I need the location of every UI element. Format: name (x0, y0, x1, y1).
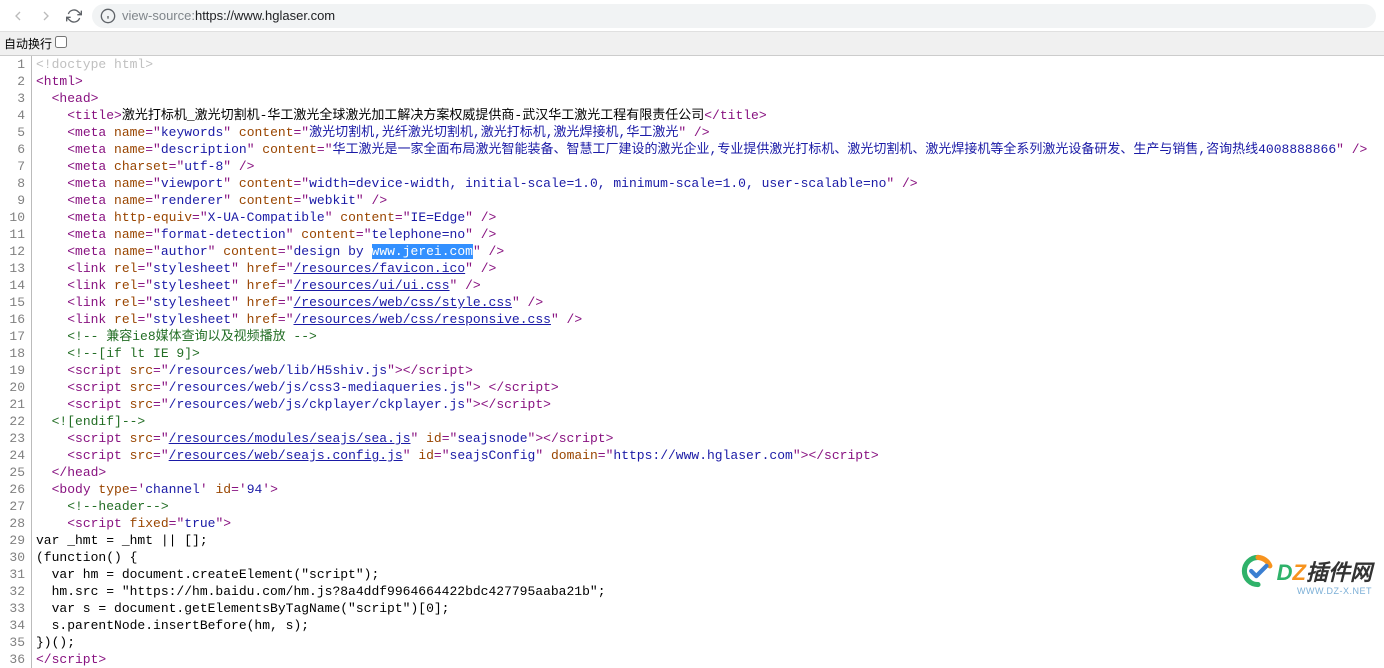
line-number: 7 (4, 158, 25, 175)
wrap-checkbox[interactable] (55, 36, 67, 48)
source-line[interactable]: <meta name="keywords" content="激光切割机,光纤激… (36, 124, 1380, 141)
line-number: 15 (4, 294, 25, 311)
line-number: 23 (4, 430, 25, 447)
line-number: 13 (4, 260, 25, 277)
source-line[interactable]: </head> (36, 464, 1380, 481)
line-number-gutter: 1234567891011121314151617181920212223242… (0, 56, 32, 668)
source-line[interactable]: <!--header--> (36, 498, 1380, 515)
source-line[interactable]: </script> (36, 651, 1380, 668)
address-bar[interactable]: view-source:https://www.hglaser.com (92, 4, 1376, 28)
source-line[interactable]: })(); (36, 634, 1380, 651)
source-code[interactable]: <!doctype html><html> <head> <title>激光打标… (32, 56, 1384, 668)
source-line[interactable]: <link rel="stylesheet" href="/resources/… (36, 277, 1380, 294)
source-line[interactable]: <script fixed="true"> (36, 515, 1380, 532)
line-number: 3 (4, 90, 25, 107)
source-line[interactable]: <script src="/resources/modules/seajs/se… (36, 430, 1380, 447)
line-number: 17 (4, 328, 25, 345)
line-number: 28 (4, 515, 25, 532)
source-line[interactable]: s.parentNode.insertBefore(hm, s); (36, 617, 1380, 634)
source-line[interactable]: <meta http-equiv="X-UA-Compatible" conte… (36, 209, 1380, 226)
source-line[interactable]: <script src="/resources/web/js/ckplayer/… (36, 396, 1380, 413)
source-line[interactable]: <body type='channel' id='94'> (36, 481, 1380, 498)
source-line[interactable]: <title>激光打标机_激光切割机-华工激光全球激光加工解决方案权威提供商-武… (36, 107, 1380, 124)
source-line[interactable]: <head> (36, 90, 1380, 107)
source-line[interactable]: <meta name="description" content="华工激光是一… (36, 141, 1380, 158)
source-line[interactable]: <script src="/resources/web/js/css3-medi… (36, 379, 1380, 396)
source-line[interactable]: <meta charset="utf-8" /> (36, 158, 1380, 175)
line-number: 31 (4, 566, 25, 583)
source-line[interactable]: var _hmt = _hmt || []; (36, 532, 1380, 549)
reload-button[interactable] (64, 6, 84, 26)
source-line[interactable]: <!--[if lt IE 9]> (36, 345, 1380, 362)
source-line[interactable]: <meta name="format-detection" content="t… (36, 226, 1380, 243)
line-number: 20 (4, 379, 25, 396)
line-number: 2 (4, 73, 25, 90)
source-line[interactable]: <html> (36, 73, 1380, 90)
url-text: view-source:https://www.hglaser.com (122, 8, 1368, 23)
line-number: 24 (4, 447, 25, 464)
wrap-toggle-bar: 自动换行 (0, 32, 1384, 56)
line-number: 27 (4, 498, 25, 515)
wrap-toggle-label[interactable]: 自动换行 (4, 35, 67, 52)
line-number: 33 (4, 600, 25, 617)
line-number: 1 (4, 56, 25, 73)
line-number: 22 (4, 413, 25, 430)
line-number: 32 (4, 583, 25, 600)
source-line[interactable]: hm.src = "https://hm.baidu.com/hm.js?8a4… (36, 583, 1380, 600)
line-number: 25 (4, 464, 25, 481)
line-number: 6 (4, 141, 25, 158)
line-number: 5 (4, 124, 25, 141)
browser-toolbar: view-source:https://www.hglaser.com (0, 0, 1384, 32)
forward-button[interactable] (36, 6, 56, 26)
source-line[interactable]: <![endif]--> (36, 413, 1380, 430)
source-line[interactable]: <meta name="author" content="design by w… (36, 243, 1380, 260)
line-number: 35 (4, 634, 25, 651)
line-number: 36 (4, 651, 25, 668)
line-number: 10 (4, 209, 25, 226)
line-number: 16 (4, 311, 25, 328)
source-line[interactable]: <!-- 兼容ie8媒体查询以及视频播放 --> (36, 328, 1380, 345)
source-line[interactable]: <link rel="stylesheet" href="/resources/… (36, 260, 1380, 277)
line-number: 18 (4, 345, 25, 362)
source-line[interactable]: <!doctype html> (36, 56, 1380, 73)
line-number: 9 (4, 192, 25, 209)
source-line[interactable]: (function() { (36, 549, 1380, 566)
source-line[interactable]: <link rel="stylesheet" href="/resources/… (36, 311, 1380, 328)
line-number: 12 (4, 243, 25, 260)
line-number: 19 (4, 362, 25, 379)
line-number: 30 (4, 549, 25, 566)
source-line[interactable]: <link rel="stylesheet" href="/resources/… (36, 294, 1380, 311)
back-button[interactable] (8, 6, 28, 26)
line-number: 34 (4, 617, 25, 634)
line-number: 21 (4, 396, 25, 413)
source-view: 1234567891011121314151617181920212223242… (0, 56, 1384, 668)
source-line[interactable]: <meta name="viewport" content="width=dev… (36, 175, 1380, 192)
source-line[interactable]: var hm = document.createElement("script"… (36, 566, 1380, 583)
line-number: 11 (4, 226, 25, 243)
line-number: 14 (4, 277, 25, 294)
source-line[interactable]: <meta name="renderer" content="webkit" /… (36, 192, 1380, 209)
source-line[interactable]: <script src="/resources/web/lib/H5shiv.j… (36, 362, 1380, 379)
source-line[interactable]: var s = document.getElementsByTagName("s… (36, 600, 1380, 617)
line-number: 8 (4, 175, 25, 192)
line-number: 4 (4, 107, 25, 124)
info-icon[interactable] (100, 8, 116, 24)
line-number: 26 (4, 481, 25, 498)
source-line[interactable]: <script src="/resources/web/seajs.config… (36, 447, 1380, 464)
line-number: 29 (4, 532, 25, 549)
